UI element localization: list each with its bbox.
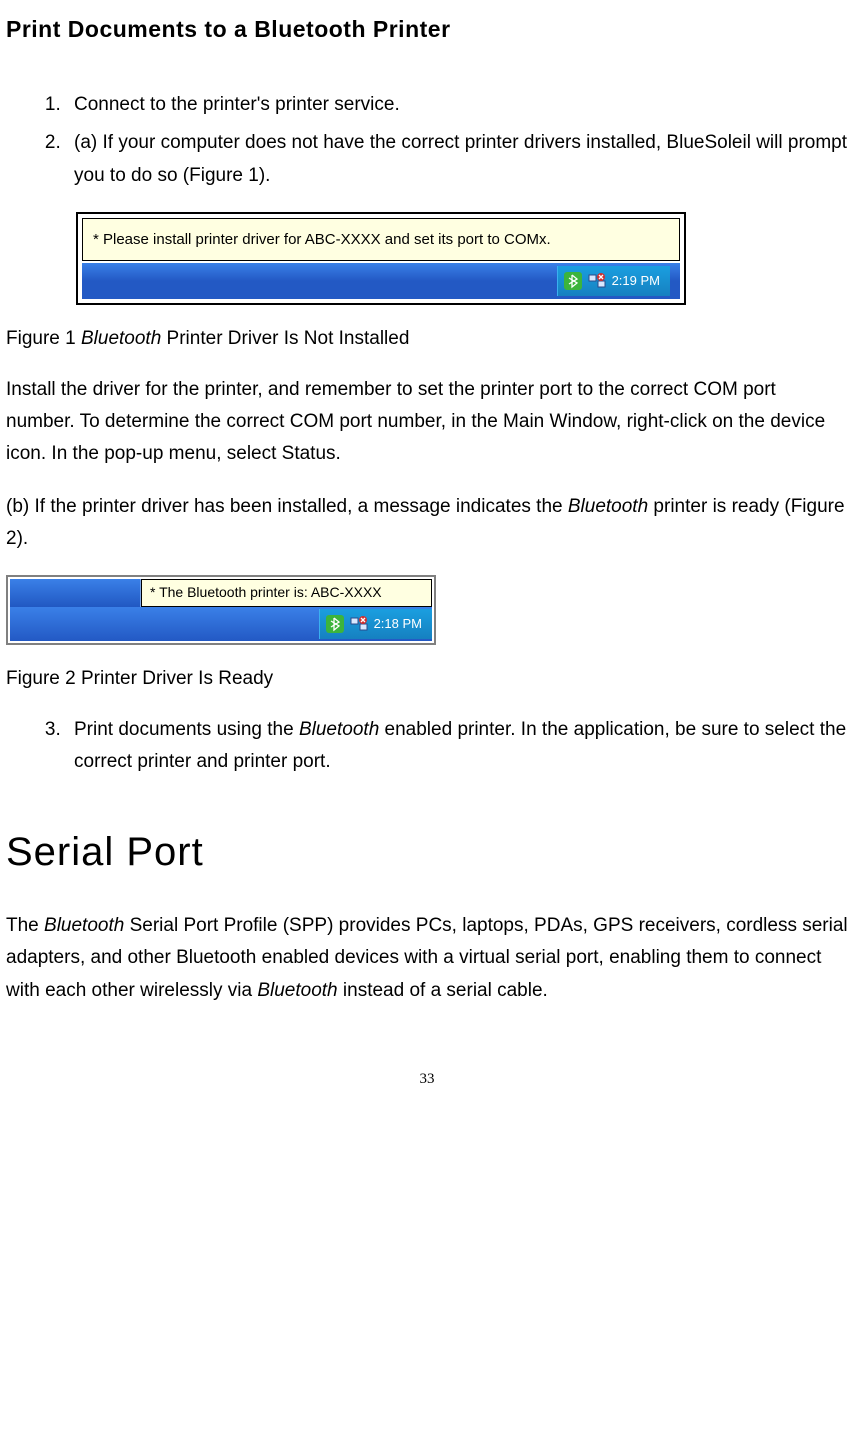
figure-2-caption: Figure 2 Printer Driver Is Ready bbox=[6, 663, 848, 695]
steps-list-first: Connect to the printer's printer service… bbox=[6, 89, 848, 192]
fig1-caption-post: Printer Driver Is Not Installed bbox=[161, 328, 409, 349]
fig1-caption-pre: Figure 1 bbox=[6, 328, 81, 349]
install-driver-paragraph: Install the driver for the printer, and … bbox=[6, 374, 848, 471]
fig1-caption-italic: Bluetooth bbox=[81, 328, 161, 349]
figure-2-clock: 2:18 PM bbox=[374, 613, 422, 635]
figure-1: * Please install printer driver for ABC-… bbox=[76, 212, 848, 306]
step3-italic: Bluetooth bbox=[299, 719, 379, 740]
step-1: Connect to the printer's printer service… bbox=[66, 89, 848, 121]
step-3: Print documents using the Bluetooth enab… bbox=[66, 714, 848, 779]
network-error-icon bbox=[350, 615, 368, 633]
figure-2-taskbar: 2:18 PM bbox=[10, 607, 432, 641]
bluetooth-icon bbox=[326, 615, 344, 633]
para2-italic: Bluetooth bbox=[568, 496, 648, 517]
figure-1-tooltip: * Please install printer driver for ABC-… bbox=[82, 218, 680, 262]
para3-d: Bluetooth bbox=[257, 980, 337, 1001]
serial-port-paragraph: The Bluetooth Serial Port Profile (SPP) … bbox=[6, 910, 848, 1007]
steps-list-second: Print documents using the Bluetooth enab… bbox=[6, 714, 848, 779]
section-heading-print: Print Documents to a Bluetooth Printer bbox=[6, 10, 848, 49]
figure-1-caption: Figure 1 Bluetooth Printer Driver Is Not… bbox=[6, 323, 848, 355]
para3-b: Bluetooth bbox=[44, 915, 124, 936]
step3-pre: Print documents using the bbox=[74, 719, 299, 740]
figure-2-systray: 2:18 PM bbox=[319, 609, 432, 639]
para2-pre: (b) If the printer driver has been insta… bbox=[6, 496, 568, 517]
step-2: (a) If your computer does not have the c… bbox=[66, 127, 848, 192]
figure-2-tooltip: * The Bluetooth printer is: ABC-XXXX bbox=[141, 579, 432, 607]
figure-2-taskbar-left bbox=[10, 579, 141, 607]
figure-1-taskbar: 2:19 PM bbox=[82, 263, 680, 299]
bluetooth-icon bbox=[564, 272, 582, 290]
page-number: 33 bbox=[6, 1067, 848, 1093]
figure-2: * The Bluetooth printer is: ABC-XXXX 2:1… bbox=[6, 575, 848, 645]
figure-1-systray: 2:19 PM bbox=[557, 266, 670, 296]
para3-a: The bbox=[6, 915, 44, 936]
network-error-icon bbox=[588, 272, 606, 290]
section-heading-serial-port: Serial Port bbox=[6, 818, 848, 886]
para3-e: instead of a serial cable. bbox=[338, 980, 548, 1001]
figure-1-clock: 2:19 PM bbox=[612, 270, 660, 292]
driver-installed-paragraph: (b) If the printer driver has been insta… bbox=[6, 491, 848, 556]
